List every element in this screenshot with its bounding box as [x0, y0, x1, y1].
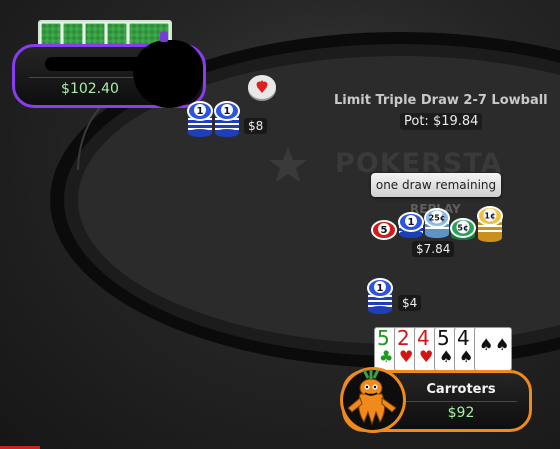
card-rank: 4 — [457, 326, 470, 350]
draw-status-badge: one draw remaining — [371, 173, 501, 197]
card-suit-icon: ♣ — [379, 347, 394, 366]
card-suit-icon: ♠ — [479, 335, 494, 354]
hero-bet-amount: $4 — [398, 295, 422, 311]
chip-denomination: 5¢ — [457, 224, 468, 233]
card-suit-icon: ♥ — [419, 347, 434, 366]
hero-bet-chips: 1 — [367, 278, 393, 314]
card-rank: 2 — [397, 326, 410, 350]
card-suit-icon: ♥ — [399, 347, 414, 366]
card-rank: 5 — [377, 326, 390, 350]
pot-total: Pot: $19.84 — [400, 113, 483, 130]
opponent-bet-amount: $8 — [244, 118, 268, 134]
card-suit-icon: ♠ — [439, 347, 454, 366]
dealer-button-icon — [248, 75, 276, 101]
redacted-player-name — [45, 57, 145, 71]
seat-divider — [405, 401, 517, 402]
notes-tag-icon[interactable] — [160, 32, 168, 42]
center-pot-amount: $7.84 — [412, 241, 455, 257]
hero-stack: $92 — [447, 405, 475, 421]
card-suit-icon: ♠ — [495, 335, 510, 354]
center-pot-chips: 5 1 25¢ 5¢ 1¢ — [371, 206, 503, 242]
redacted-avatar — [133, 40, 203, 108]
hero-card[interactable]: ♠ ♠ — [474, 327, 512, 371]
card-suit-icon: ♠ — [459, 347, 474, 366]
hero-name: Carroters — [426, 382, 496, 397]
chip-denomination: 1 — [224, 106, 231, 117]
chip-denomination: 1¢ — [484, 212, 495, 221]
game-title: Limit Triple Draw 2-7 Lowball — [334, 93, 548, 108]
hero-avatar[interactable] — [338, 366, 408, 434]
card-rank: 5 — [437, 326, 450, 350]
card-rank: 4 — [417, 326, 430, 350]
chip-denomination: 25¢ — [429, 214, 446, 223]
chip-denomination: 1 — [197, 106, 204, 117]
opponent-bet-chips: 1 1 — [187, 101, 240, 137]
chip-denomination: 5 — [381, 225, 388, 236]
chip-denomination: 1 — [408, 217, 415, 228]
chip-denomination: 1 — [377, 283, 384, 294]
